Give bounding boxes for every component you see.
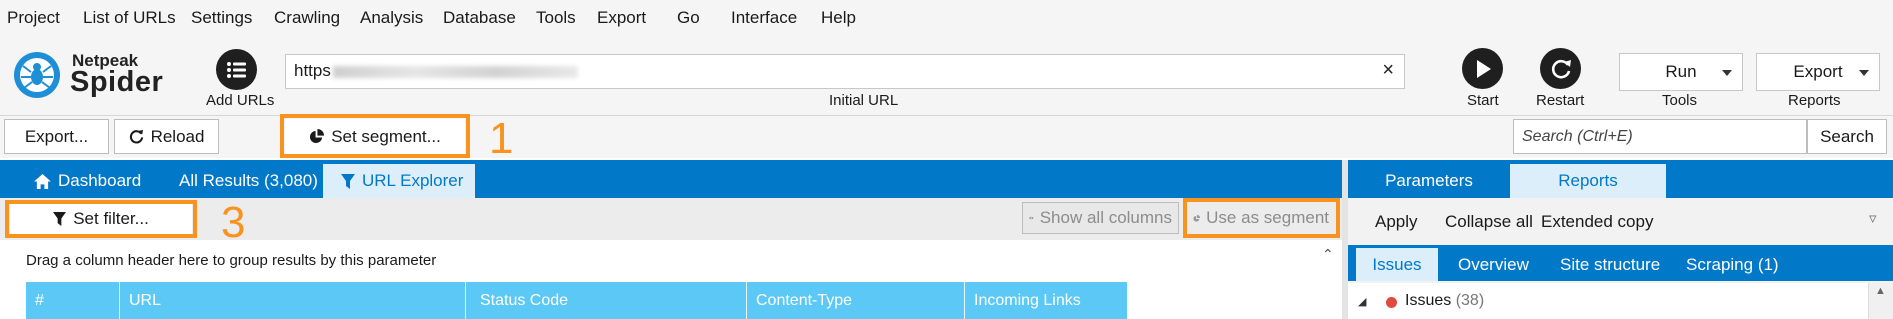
tab-reports[interactable]: Reports: [1510, 164, 1666, 198]
right-scrollbar[interactable]: ▲: [1868, 283, 1893, 319]
expand-toggle-icon[interactable]: ◢: [1358, 295, 1366, 308]
issues-count: (38): [1455, 292, 1485, 309]
menu-go[interactable]: Go: [677, 8, 700, 28]
tab-dashboard[interactable]: Dashboard: [24, 164, 151, 198]
restart-label: Restart: [1536, 92, 1585, 109]
menu-settings[interactable]: Settings: [191, 8, 252, 28]
tab-all-results[interactable]: All Results (3,080): [169, 164, 328, 198]
redacted-url-blur: [332, 65, 578, 78]
initial-url-input[interactable]: https ×: [285, 54, 1405, 89]
tab-all-results-label: All Results (3,080): [179, 171, 318, 190]
menu-interface[interactable]: Interface: [731, 8, 797, 28]
issues-label: Issues: [1405, 292, 1452, 309]
reload-button-label: Reload: [150, 126, 205, 146]
annotation-box-2: [1183, 198, 1340, 238]
reload-icon: [129, 129, 143, 144]
subtab-site-structure[interactable]: Site structure: [1548, 248, 1672, 281]
run-dropdown[interactable]: Run: [1619, 53, 1743, 91]
issues-tree-row[interactable]: ◢ Issues (38): [1348, 283, 1868, 319]
menu-tools[interactable]: Tools: [536, 8, 576, 28]
export-button-label: Export...: [24, 126, 89, 146]
column-header-incoming-links[interactable]: Incoming Links: [965, 282, 1127, 319]
column-header-url[interactable]: URL: [120, 282, 466, 319]
column-header-content-type[interactable]: Content-Type: [747, 282, 965, 319]
filter-icon: [341, 173, 355, 189]
subtab-overview[interactable]: Overview: [1446, 248, 1541, 281]
annotation-box-1: [280, 114, 470, 158]
right-tab-bar: Parameters Reports: [1348, 160, 1893, 198]
play-icon: [1476, 59, 1491, 78]
menu-database[interactable]: Database: [443, 8, 516, 28]
more-options-icon[interactable]: ▿: [1869, 209, 1877, 227]
brand-line2: Spider: [70, 66, 164, 98]
export-button[interactable]: Export...: [4, 119, 109, 154]
tab-url-explorer[interactable]: URL Explorer: [323, 164, 475, 198]
netpeak-spider-logo-icon: [14, 52, 60, 98]
extended-copy-button[interactable]: Extended copy: [1541, 212, 1653, 232]
search-input[interactable]: Search (Ctrl+E): [1513, 119, 1807, 154]
apply-button[interactable]: Apply: [1375, 212, 1418, 232]
tab-url-explorer-label: URL Explorer: [362, 171, 464, 190]
search-button[interactable]: Search: [1807, 119, 1887, 154]
scroll-up-icon[interactable]: ⌃: [1322, 246, 1334, 263]
collapse-all-button[interactable]: Collapse all: [1445, 212, 1533, 232]
add-urls-button[interactable]: [216, 49, 257, 90]
tab-parameters[interactable]: Parameters: [1348, 164, 1510, 198]
menu-export[interactable]: Export: [597, 8, 646, 28]
eye-icon: [1029, 216, 1034, 220]
run-value: Run: [1665, 62, 1697, 81]
tab-dashboard-label: Dashboard: [58, 171, 142, 190]
subtab-scraping[interactable]: Scraping (1): [1674, 248, 1791, 281]
reports-caption: Reports: [1788, 92, 1841, 109]
column-header-number[interactable]: #: [26, 282, 120, 319]
column-header-status-code[interactable]: Status Code: [466, 282, 747, 319]
group-by-hint: Drag a column header here to group resul…: [26, 252, 437, 269]
left-tab-bar: Dashboard All Results (3,080) URL Explor…: [0, 160, 1342, 198]
clear-url-icon[interactable]: ×: [1382, 59, 1394, 82]
menu-project[interactable]: Project: [7, 8, 60, 28]
list-icon: [226, 61, 246, 78]
menu-analysis[interactable]: Analysis: [360, 8, 423, 28]
add-urls-label: Add URLs: [206, 92, 275, 109]
annotation-box-3: [5, 200, 197, 238]
issues-tree-label: Issues (38): [1405, 292, 1484, 310]
start-button[interactable]: [1462, 48, 1503, 89]
menu-help[interactable]: Help: [821, 8, 856, 28]
show-all-columns-button[interactable]: Show all columns: [1022, 202, 1179, 234]
annotation-number-1: 1: [489, 114, 514, 163]
export-value: Export: [1793, 62, 1843, 81]
initial-url-caption: Initial URL: [829, 92, 899, 109]
reports-subtab-bar: Issues Overview Site structure Scraping …: [1348, 245, 1893, 281]
error-dot-icon: [1386, 297, 1397, 308]
home-icon: [34, 173, 51, 189]
chevron-down-icon: [1859, 70, 1869, 76]
show-all-columns-label: Show all columns: [1039, 208, 1172, 227]
annotation-number-3: 3: [221, 198, 246, 247]
export-dropdown[interactable]: Export: [1756, 53, 1880, 91]
menu-crawling[interactable]: Crawling: [274, 8, 340, 28]
restart-button[interactable]: [1540, 48, 1581, 89]
subtab-issues[interactable]: Issues: [1356, 248, 1438, 281]
scroll-up-arrow-icon[interactable]: ▲: [1875, 285, 1886, 297]
start-label: Start: [1467, 92, 1499, 109]
reload-button[interactable]: Reload: [114, 119, 219, 154]
menu-bar: Project List of URLs Settings Crawling A…: [0, 0, 1893, 38]
menu-list-of-urls[interactable]: List of URLs: [83, 8, 176, 28]
tools-caption: Tools: [1662, 92, 1698, 109]
restart-icon: [1551, 59, 1571, 78]
url-value: https: [294, 61, 331, 80]
column-header-row: # URL Status Code Content-Type Incoming …: [26, 282, 1127, 319]
chevron-down-icon: [1722, 70, 1732, 76]
